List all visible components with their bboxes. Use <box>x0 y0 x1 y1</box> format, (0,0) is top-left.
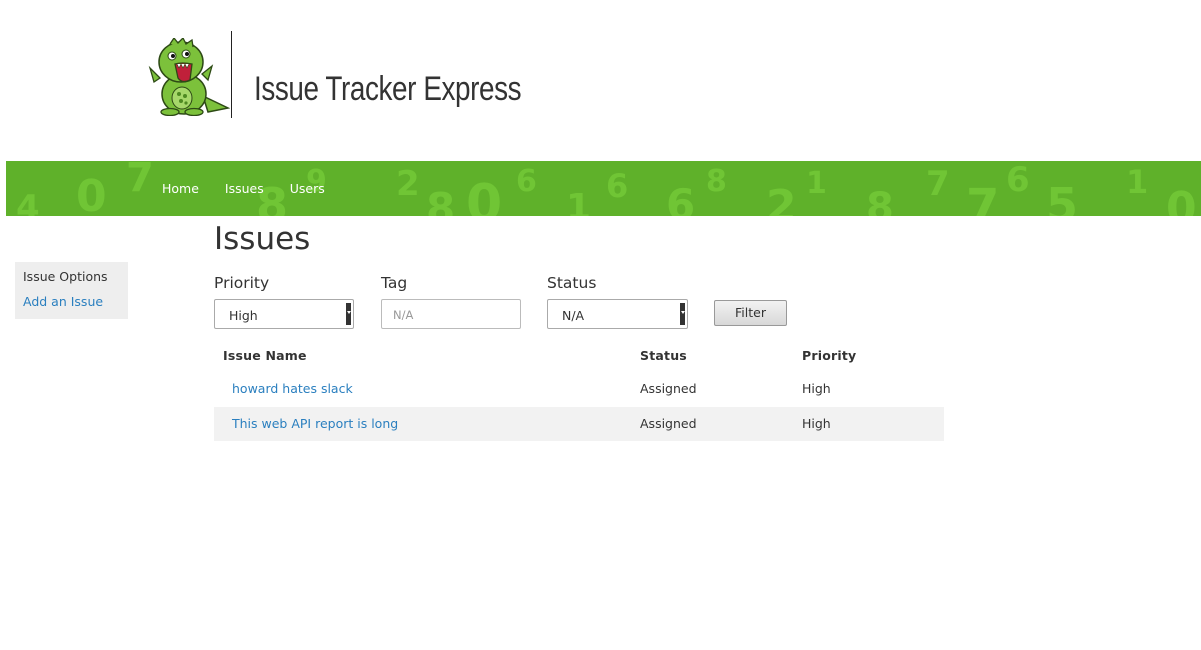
column-header-priority: Priority <box>802 348 857 363</box>
issue-name-link[interactable]: This web API report is long <box>232 416 398 431</box>
svg-text:8: 8 <box>706 164 727 199</box>
svg-text:1: 1 <box>806 166 827 201</box>
svg-text:2: 2 <box>766 181 797 216</box>
status-label: Status <box>547 274 597 292</box>
table-row: This web API report is long Assigned Hig… <box>214 407 944 441</box>
issue-options-sidebar: Issue Options Add an Issue <box>15 262 128 319</box>
logo-divider <box>231 31 232 118</box>
svg-text:0: 0 <box>466 174 502 216</box>
filter-button[interactable]: Filter <box>714 300 787 326</box>
dropdown-arrow-icon <box>680 303 685 325</box>
nav-link-home[interactable]: Home <box>162 181 199 196</box>
sidebar-heading: Issue Options <box>23 269 108 284</box>
svg-text:6: 6 <box>516 164 537 199</box>
priority-select[interactable]: High <box>214 299 354 329</box>
site-header: Issue Tracker Express <box>0 0 1201 160</box>
nav-link-issues[interactable]: Issues <box>225 181 264 196</box>
svg-text:6: 6 <box>606 167 628 205</box>
add-issue-link[interactable]: Add an Issue <box>23 294 120 309</box>
svg-text:4: 4 <box>16 188 40 216</box>
svg-text:6: 6 <box>1006 161 1030 200</box>
tag-input-placeholder: N/A <box>393 308 414 322</box>
svg-text:8: 8 <box>866 185 894 216</box>
svg-text:0: 0 <box>1166 183 1197 216</box>
issue-priority: High <box>802 381 831 396</box>
dinosaur-logo-icon[interactable] <box>148 36 231 117</box>
svg-text:8: 8 <box>426 184 455 216</box>
svg-text:0: 0 <box>76 171 107 216</box>
page-title: Issues <box>214 221 311 257</box>
tag-input[interactable]: N/A <box>381 299 521 329</box>
issue-status: Assigned <box>640 416 697 431</box>
app-title: Issue Tracker Express <box>254 70 522 108</box>
svg-text:7: 7 <box>926 164 950 204</box>
issue-name-link[interactable]: howard hates slack <box>232 381 353 396</box>
svg-text:1: 1 <box>566 187 591 216</box>
status-select-value: N/A <box>562 308 585 323</box>
issue-priority: High <box>802 416 831 431</box>
column-header-status: Status <box>640 348 687 363</box>
svg-text:1: 1 <box>1126 163 1148 201</box>
svg-text:7: 7 <box>966 179 999 216</box>
status-select[interactable]: N/A <box>547 299 688 329</box>
priority-select-value: High <box>229 308 258 323</box>
main-navbar: 0 4 7 8 9 2 8 0 6 1 6 6 8 2 1 8 7 7 6 5 … <box>6 161 1201 216</box>
table-row: howard hates slack Assigned High <box>214 372 944 406</box>
nav-link-users[interactable]: Users <box>290 181 325 196</box>
tag-label: Tag <box>381 274 408 292</box>
svg-text:6: 6 <box>666 180 695 216</box>
svg-text:2: 2 <box>396 164 420 204</box>
svg-text:7: 7 <box>126 161 154 201</box>
priority-label: Priority <box>214 274 270 292</box>
issue-status: Assigned <box>640 381 697 396</box>
dropdown-arrow-icon <box>346 303 351 325</box>
column-header-issue-name: Issue Name <box>223 348 307 363</box>
svg-text:5: 5 <box>1046 178 1078 216</box>
nav-links: Home Issues Users <box>162 181 351 196</box>
